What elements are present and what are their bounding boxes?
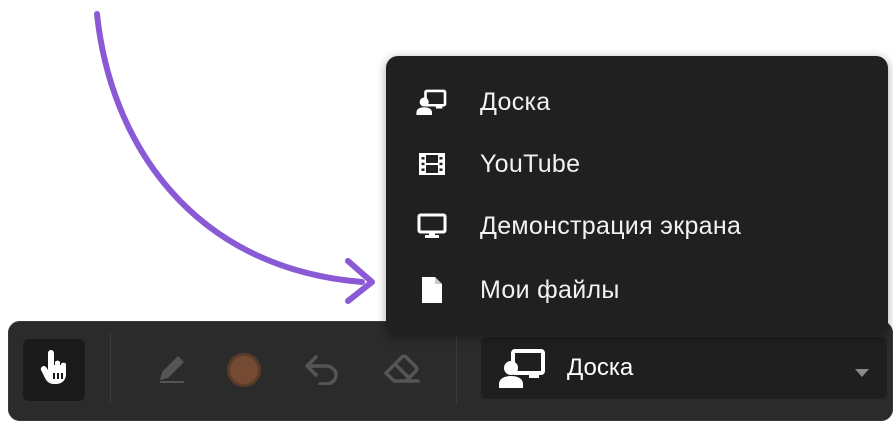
menu-item-youtube[interactable]: YouTube bbox=[386, 134, 888, 194]
pencil-tool-button[interactable] bbox=[143, 339, 201, 401]
hand-icon bbox=[40, 349, 68, 391]
menu-item-label: Доска bbox=[480, 87, 551, 116]
monitor-icon bbox=[414, 211, 450, 241]
menu-item-label: Демонстрация экрана bbox=[480, 211, 742, 240]
undo-button[interactable] bbox=[293, 339, 351, 401]
whiteboard-icon bbox=[499, 348, 547, 388]
menu-item-screen-share[interactable]: Демонстрация экрана bbox=[386, 196, 888, 256]
color-swatch bbox=[227, 353, 261, 387]
board-mode-select[interactable]: Доска bbox=[481, 337, 887, 399]
menu-item-label: Мои файлы bbox=[480, 275, 620, 304]
toolbar-divider bbox=[110, 333, 111, 403]
whiteboard-toolbar: Доска bbox=[8, 321, 893, 421]
eraser-button[interactable] bbox=[373, 339, 431, 401]
board-mode-value: Доска bbox=[567, 354, 634, 381]
undo-icon bbox=[302, 351, 342, 390]
hand-tool-button[interactable] bbox=[23, 339, 85, 401]
eraser-icon bbox=[382, 351, 422, 390]
whiteboard-icon bbox=[414, 87, 450, 117]
pencil-icon bbox=[155, 351, 189, 390]
file-icon bbox=[414, 275, 450, 305]
color-picker-button[interactable] bbox=[215, 339, 273, 401]
menu-item-whiteboard[interactable]: Доска bbox=[386, 72, 888, 132]
menu-item-my-files[interactable]: Мои файлы bbox=[386, 260, 888, 320]
chevron-down-icon bbox=[855, 364, 869, 382]
board-mode-menu: Доска YouTube Демонстрация экрана Мои фа… bbox=[386, 56, 888, 336]
toolbar-divider bbox=[456, 333, 457, 403]
film-icon bbox=[414, 149, 450, 179]
menu-item-label: YouTube bbox=[480, 149, 581, 178]
